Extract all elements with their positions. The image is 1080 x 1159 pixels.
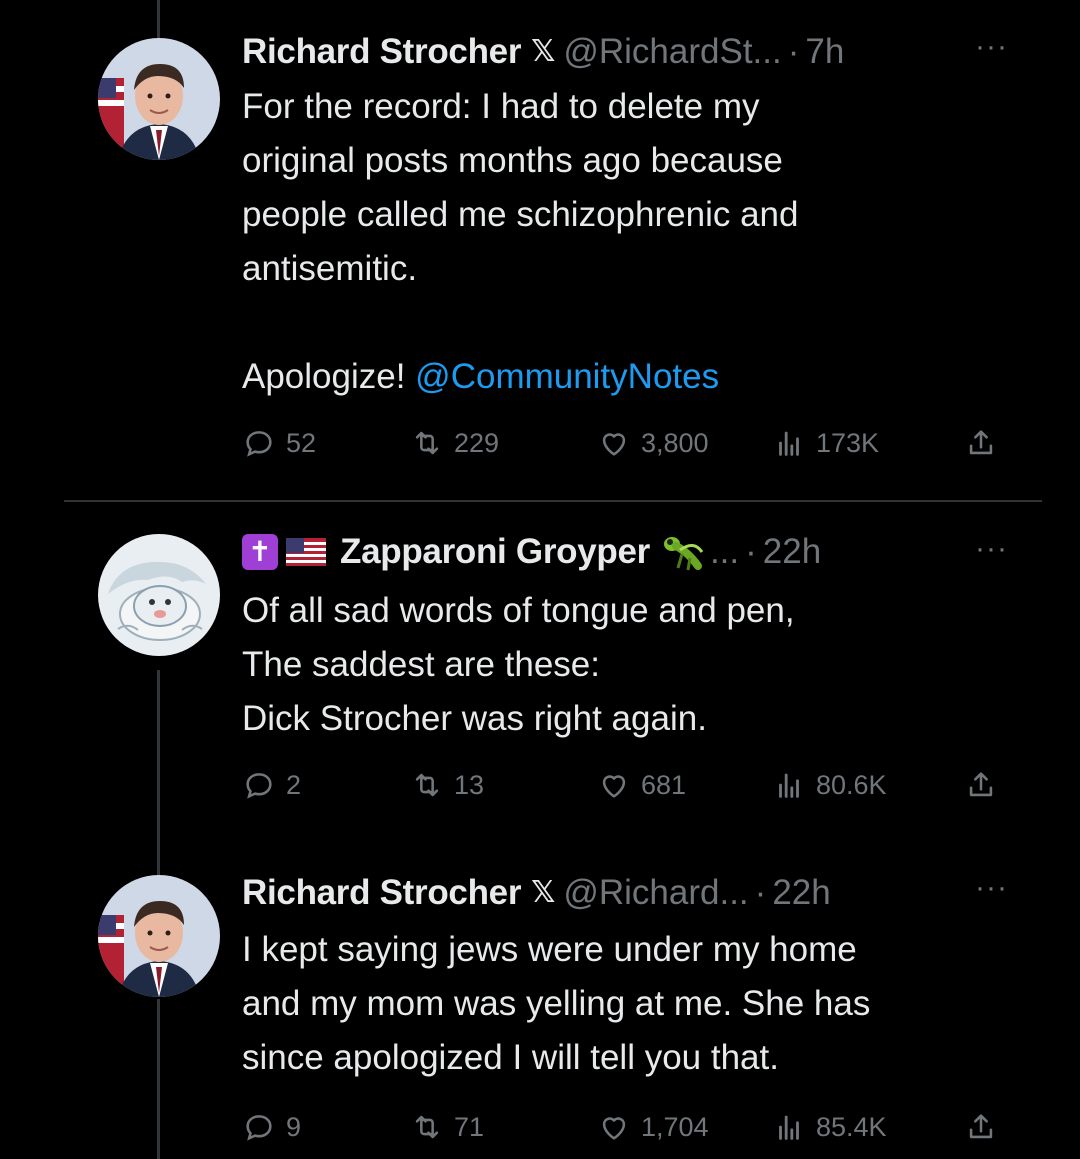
like-icon	[602, 433, 626, 456]
reply-count: 2	[286, 769, 302, 800]
reply-count: 9	[286, 1111, 302, 1142]
repost-icon	[415, 431, 439, 455]
author-handle[interactable]: @Richard...	[563, 869, 748, 917]
reply-icon	[246, 773, 272, 799]
post-text: For the record: I had to delete my origi…	[242, 80, 1002, 404]
repost-button[interactable]: 13	[410, 760, 484, 810]
avatar-image	[98, 875, 220, 997]
more-options-icon[interactable]: ···	[975, 871, 1008, 905]
like-count: 1,704	[641, 1111, 709, 1142]
author-name[interactable]: Zapparoni Groyper	[340, 528, 650, 576]
post-text: I kept saying jews were under my home an…	[242, 930, 871, 1077]
post-timestamp[interactable]: 22h	[772, 869, 830, 917]
repost-button[interactable]: 229	[410, 418, 499, 468]
post-1[interactable]: Richard Strocher 𝕏 @RichardSt... · 7h ··…	[0, 0, 1080, 500]
post-timestamp[interactable]: 22h	[763, 528, 821, 576]
separator-dot: ·	[754, 873, 767, 912]
share-icon	[969, 430, 993, 455]
cross-badge-icon: ✝	[242, 534, 278, 570]
reply-icon	[246, 431, 272, 457]
post-3[interactable]: Richard Strocher 𝕏 @Richard... · 22h ···…	[0, 847, 1080, 1159]
view-count: 80.6K	[816, 769, 887, 800]
more-options-icon[interactable]: ···	[975, 30, 1008, 64]
separator-dot: ·	[745, 532, 757, 571]
like-icon	[602, 775, 626, 798]
views-button[interactable]: 173K	[772, 418, 879, 468]
views-icon	[779, 1115, 799, 1140]
like-count: 3,800	[641, 427, 709, 458]
x-logo-icon: 𝕏	[531, 35, 556, 68]
share-button[interactable]	[964, 760, 998, 810]
reply-icon	[246, 1115, 272, 1141]
view-count: 85.4K	[816, 1111, 887, 1142]
views-button[interactable]: 85.4K	[772, 1102, 887, 1152]
share-icon	[969, 1114, 993, 1139]
post-2[interactable]: ✝ Zapparoni Groyper ... · 22h ··· Of all…	[0, 502, 1080, 860]
reply-button[interactable]: 2	[242, 760, 301, 810]
avatar-richard-strocher[interactable]	[98, 38, 220, 160]
author-name[interactable]: Richard Strocher	[242, 28, 521, 76]
share-button[interactable]	[964, 1102, 998, 1152]
repost-count: 229	[454, 427, 500, 458]
x-logo-icon: 𝕏	[531, 876, 556, 909]
avatar-zapparoni-groyper[interactable]	[98, 534, 220, 656]
post-actions: 2 13 681 80.6K	[242, 760, 1012, 810]
separator-dot: ·	[787, 32, 800, 71]
post-text-body: For the record: I had to delete my origi…	[242, 87, 799, 396]
view-count: 173K	[816, 427, 880, 458]
reply-button[interactable]: 52	[242, 418, 316, 468]
author-name[interactable]: Richard Strocher	[242, 869, 521, 917]
reply-button[interactable]: 9	[242, 1102, 301, 1152]
repost-icon	[415, 1115, 439, 1139]
repost-count: 71	[454, 1111, 485, 1142]
author-handle[interactable]: @RichardSt...	[563, 28, 781, 76]
avatar-image	[98, 534, 220, 656]
repost-button[interactable]: 71	[410, 1102, 484, 1152]
thread-line	[157, 999, 160, 1159]
thread-line	[157, 0, 160, 38]
grasshopper-emoji-icon	[663, 537, 704, 571]
views-icon	[779, 431, 799, 456]
repost-count: 13	[454, 769, 485, 800]
reply-count: 52	[286, 427, 317, 458]
like-button[interactable]: 1,704	[597, 1102, 709, 1152]
post-header: Richard Strocher 𝕏 @RichardSt... · 7h	[242, 28, 844, 76]
views-icon	[779, 773, 799, 798]
share-icon	[969, 772, 993, 797]
like-button[interactable]: 3,800	[597, 418, 709, 468]
mention-link[interactable]: @CommunityNotes	[415, 357, 719, 396]
post-header: ✝ Zapparoni Groyper ... · 22h	[242, 528, 821, 576]
like-count: 681	[641, 769, 687, 800]
us-flag-icon	[286, 538, 326, 566]
post-timestamp[interactable]: 7h	[805, 28, 844, 76]
post-text: Of all sad words of tongue and pen, The …	[242, 591, 795, 738]
like-icon	[602, 1117, 626, 1140]
share-button[interactable]	[964, 418, 998, 468]
post-actions: 52 229 3,800 173K	[242, 418, 1012, 468]
views-button[interactable]: 80.6K	[772, 760, 887, 810]
avatar-image	[98, 38, 220, 160]
avatar-richard-strocher[interactable]	[98, 875, 220, 997]
repost-icon	[415, 773, 439, 797]
more-options-icon[interactable]: ···	[975, 532, 1008, 566]
thread-line	[157, 670, 160, 860]
post-header: Richard Strocher 𝕏 @Richard... · 22h	[242, 869, 831, 917]
thread-line	[157, 847, 160, 875]
author-handle[interactable]: ...	[710, 528, 739, 576]
like-button[interactable]: 681	[597, 760, 686, 810]
post-actions: 9 71 1,704 85.4K	[242, 1102, 1012, 1152]
